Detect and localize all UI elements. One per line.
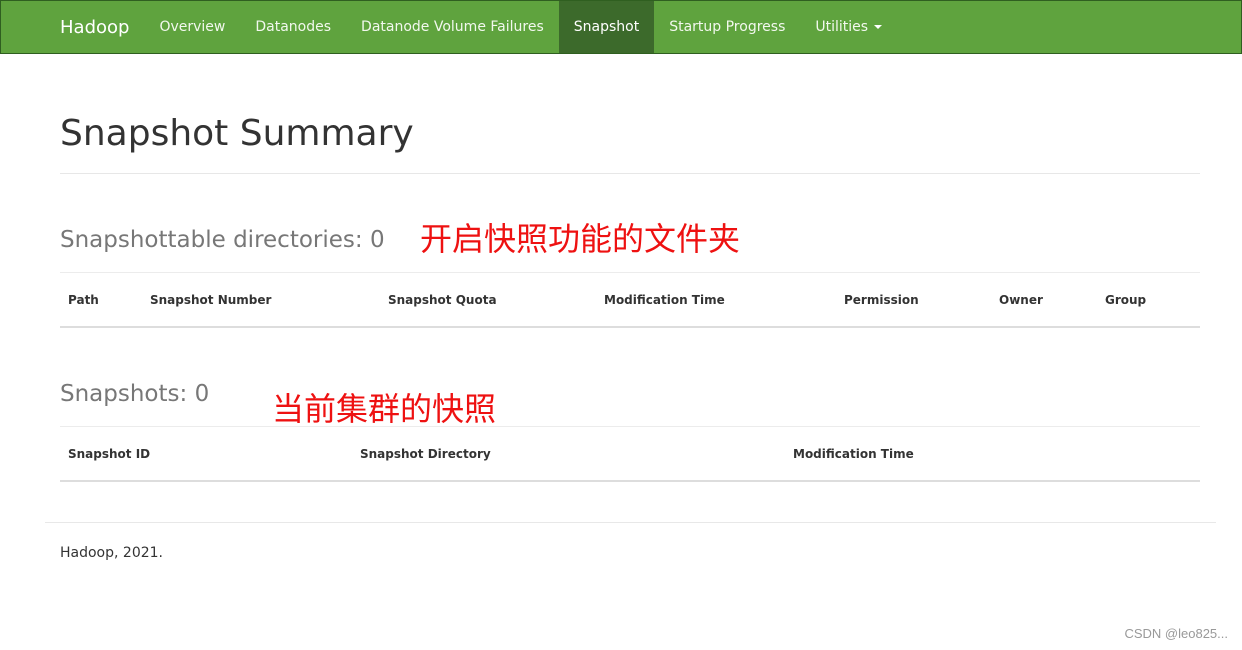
nav-startup-progress[interactable]: Startup Progress bbox=[654, 1, 800, 53]
footer-divider bbox=[45, 522, 1216, 523]
column-header[interactable]: Permission bbox=[836, 273, 991, 328]
column-header[interactable]: Modification Time bbox=[596, 273, 836, 328]
column-header[interactable]: Snapshot ID bbox=[60, 427, 352, 482]
column-header[interactable]: Group bbox=[1097, 273, 1200, 328]
nav-utilities-label: Utilities bbox=[815, 19, 869, 35]
nav-menu: Overview Datanodes Datanode Volume Failu… bbox=[144, 1, 897, 53]
column-header[interactable]: Modification Time bbox=[785, 427, 1200, 482]
table-header-row: Path Snapshot Number Snapshot Quota Modi… bbox=[60, 273, 1200, 328]
snapshottable-heading: Snapshottable directories: 0 bbox=[60, 227, 385, 253]
nav-snapshot[interactable]: Snapshot bbox=[558, 1, 655, 53]
snapshottable-header: Snapshottable directories: 0 开启快照功能的文件夹 bbox=[60, 174, 1200, 273]
snapshots-heading: Snapshots: 0 bbox=[60, 381, 210, 407]
main-container: Snapshot Summary Snapshottable directori… bbox=[60, 53, 1200, 482]
watermark: CSDN @leo825... bbox=[1124, 626, 1228, 641]
page-header: Snapshot Summary bbox=[60, 110, 1200, 174]
nav-datanode-volume-failures[interactable]: Datanode Volume Failures bbox=[346, 1, 559, 53]
column-header[interactable]: Path bbox=[60, 273, 142, 328]
column-header[interactable]: Snapshot Quota bbox=[380, 273, 596, 328]
column-header[interactable]: Snapshot Number bbox=[142, 273, 380, 328]
nav-datanodes[interactable]: Datanodes bbox=[240, 1, 346, 53]
column-header[interactable]: Owner bbox=[991, 273, 1097, 328]
snapshottable-table: Path Snapshot Number Snapshot Quota Modi… bbox=[60, 273, 1200, 328]
nav-utilities[interactable]: Utilities bbox=[800, 1, 897, 53]
snapshots-table: Snapshot ID Snapshot Directory Modificat… bbox=[60, 427, 1200, 482]
snapshots-header: Snapshots: 0 当前集群的快照 bbox=[60, 328, 1200, 428]
snapshots-annotation: 当前集群的快照 bbox=[272, 390, 497, 428]
column-header[interactable]: Snapshot Directory bbox=[352, 427, 785, 482]
nav-overview[interactable]: Overview bbox=[144, 1, 240, 53]
top-navbar: Hadoop Overview Datanodes Datanode Volum… bbox=[0, 0, 1242, 54]
snapshottable-annotation: 开启快照功能的文件夹 bbox=[420, 220, 741, 258]
page-title: Snapshot Summary bbox=[60, 113, 414, 154]
table-header-row: Snapshot ID Snapshot Directory Modificat… bbox=[60, 427, 1200, 482]
caret-down-icon bbox=[874, 25, 883, 29]
footer-text: Hadoop, 2021. bbox=[60, 545, 163, 561]
brand-link[interactable]: Hadoop bbox=[1, 1, 144, 53]
